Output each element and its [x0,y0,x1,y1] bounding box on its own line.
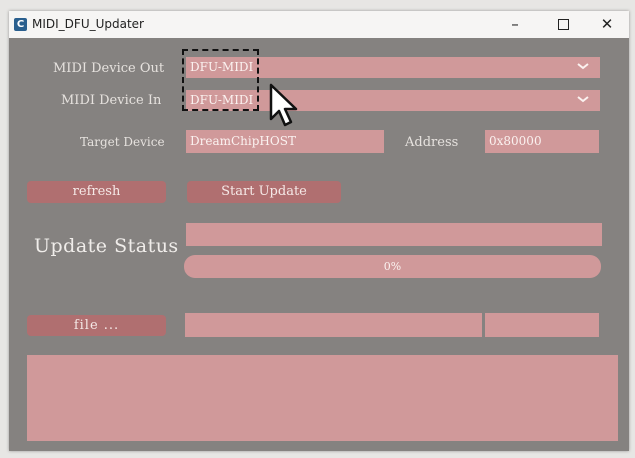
address-label: Address [405,135,459,150]
address-input[interactable]: 0x80000 [485,130,599,153]
app-icon: C [14,18,27,31]
title-bar[interactable]: C MIDI_DFU_Updater – ✕ [9,11,629,38]
window-title: MIDI_DFU_Updater [32,17,144,31]
file-extra-field[interactable] [485,313,599,337]
mouse-pointer-icon [269,83,298,127]
highlight-box [182,49,259,111]
chevron-down-icon [577,63,589,70]
update-status-field [186,223,602,246]
app-window: C MIDI_DFU_Updater – ✕ MIDI Device Out D… [9,11,629,451]
file-button[interactable]: file ... [27,315,166,336]
midi-device-out-label: MIDI Device Out [53,61,165,76]
log-text-area[interactable] [27,355,618,441]
maximize-icon [557,19,569,30]
close-button[interactable]: ✕ [584,11,630,38]
refresh-button[interactable]: refresh [27,181,166,203]
update-status-label: Update Status [34,235,179,257]
file-path-field[interactable] [185,313,482,337]
minimize-button[interactable]: – [492,11,538,38]
target-device-label: Target Device [80,135,165,149]
target-device-input[interactable]: DreamChipHOST [186,130,384,153]
start-update-button[interactable]: Start Update [187,181,341,203]
chevron-down-icon [577,96,589,103]
update-progress-bar: 0% [184,255,601,278]
midi-device-in-label: MIDI Device In [61,93,162,108]
maximize-button[interactable] [540,11,586,38]
progress-label: 0% [383,260,402,273]
